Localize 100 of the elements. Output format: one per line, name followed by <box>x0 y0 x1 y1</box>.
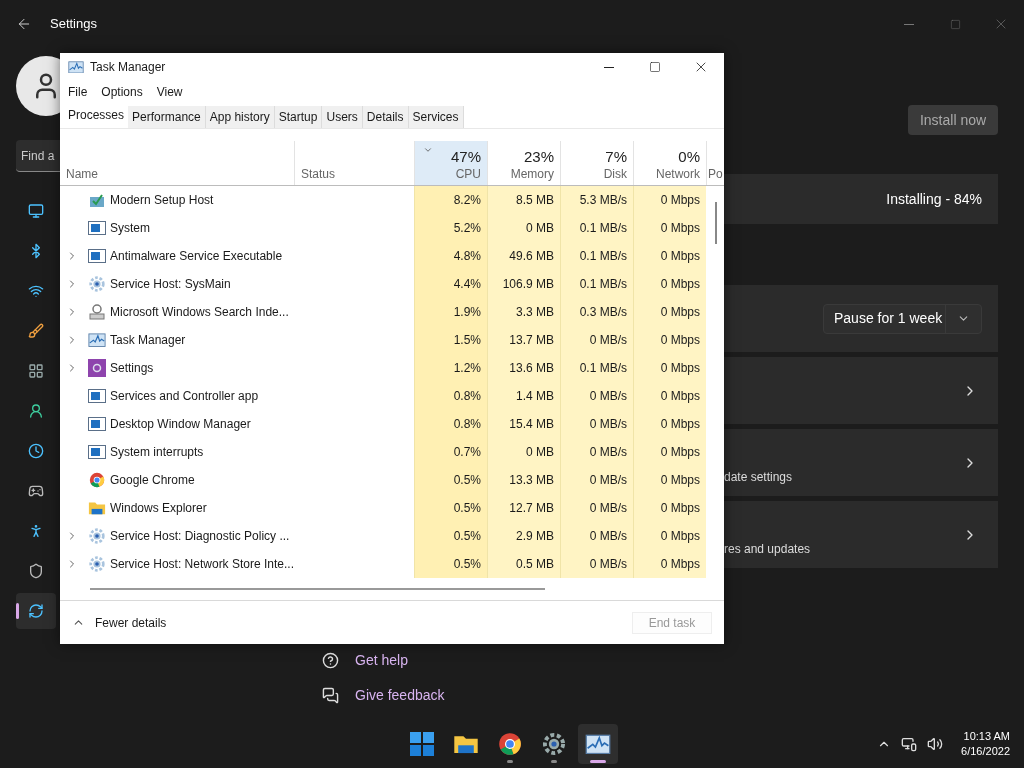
table-cell: 0 Mbps <box>633 494 706 522</box>
menu-item[interactable]: View <box>154 83 185 101</box>
task-manager-icon <box>88 332 106 348</box>
taskbar-button[interactable] <box>578 724 618 764</box>
accessibility-icon <box>28 523 44 539</box>
table-cell: 0.3 MB/s <box>560 298 633 326</box>
back-icon[interactable] <box>16 16 32 32</box>
window-title: Settings <box>50 15 97 34</box>
table-cell: 1.2% <box>414 354 487 382</box>
process-name: Service Host: SysMain <box>110 276 231 293</box>
table-cell: 0 Mbps <box>633 298 706 326</box>
menu-item[interactable]: Options <box>99 83 145 101</box>
table-cell: 0.1 MB/s <box>560 270 633 298</box>
table-cell: 0.5% <box>414 522 487 550</box>
tab[interactable]: Startup <box>274 106 323 128</box>
table-cell: 0.1 MB/s <box>560 242 633 270</box>
table-cell: 13.7 MB <box>487 326 560 354</box>
window-title: Task Manager <box>90 59 166 76</box>
process-name: Service Host: Diagnostic Policy ... <box>110 528 290 545</box>
gamepad-icon <box>28 483 44 499</box>
table-cell: 0.8% <box>414 410 487 438</box>
chrome-icon <box>89 472 105 488</box>
card-label: date settings <box>724 468 793 486</box>
process-name: Windows Explorer <box>110 500 207 517</box>
table-cell: 0 MB/s <box>560 382 633 410</box>
scrollbar[interactable] <box>715 202 717 244</box>
table-cell: 0.5% <box>414 550 487 578</box>
table-cell: 0 MB/s <box>560 326 633 354</box>
column-header[interactable]: 23% Memory <box>487 141 560 185</box>
table-cell: 0 Mbps <box>633 466 706 494</box>
clock-icon <box>28 443 44 459</box>
table-cell: 8.5 MB <box>487 186 560 214</box>
process-name: Google Chrome <box>110 472 195 489</box>
table-cell: 0 Mbps <box>633 522 706 550</box>
column-header[interactable]: 7% Disk <box>560 141 633 185</box>
table-cell: 0 Mbps <box>633 186 706 214</box>
table-cell: 12.7 MB <box>487 494 560 522</box>
monitor-icon <box>28 203 44 219</box>
tab[interactable]: Performance <box>128 106 206 128</box>
table-cell: 0 MB/s <box>560 550 633 578</box>
window-icon <box>88 417 106 431</box>
avatar[interactable] <box>16 56 60 116</box>
apps-icon <box>28 363 44 379</box>
search-field[interactable]: Find a <box>16 140 60 172</box>
table-cell: 0 Mbps <box>633 438 706 466</box>
tab[interactable]: App history <box>205 106 275 128</box>
process-name: Settings <box>110 360 154 377</box>
nav-item[interactable] <box>16 593 56 629</box>
windows-logo-icon <box>410 732 434 756</box>
column-header[interactable]: 47% CPU <box>414 141 487 185</box>
window-icon <box>88 249 106 263</box>
magnifier-icon <box>88 303 106 321</box>
table-cell: 1.4 MB <box>487 382 560 410</box>
maximize-icon <box>649 61 661 73</box>
column-header[interactable]: Name <box>60 141 294 185</box>
wifi-icon <box>28 283 44 299</box>
clock-time[interactable]: 10:13 AM <box>963 729 1010 744</box>
setup-icon <box>89 192 105 208</box>
table-cell: 0 MB/s <box>560 410 633 438</box>
tab[interactable]: Users <box>322 106 363 128</box>
clock-date[interactable]: 6/16/2022 <box>961 744 1010 759</box>
tab[interactable]: Details <box>362 106 409 128</box>
gear-icon <box>87 555 106 573</box>
menu-item[interactable]: File <box>66 83 90 101</box>
table-cell: 0 MB/s <box>560 494 633 522</box>
fewer-details-button[interactable]: Fewer details <box>72 613 167 632</box>
tab[interactable]: Services <box>408 106 464 128</box>
table-cell: 0 MB/s <box>560 466 633 494</box>
table-cell: 106.9 MB <box>487 270 560 298</box>
chrome-icon <box>498 732 522 756</box>
settings-card[interactable]: res and updates <box>724 501 998 568</box>
table-cell: 0.5 MB <box>487 550 560 578</box>
table-cell: 5.2% <box>414 214 487 242</box>
column-header[interactable]: Po <box>706 141 724 185</box>
column-header[interactable]: 0% Network <box>633 141 706 185</box>
table-cell: 0 MB/s <box>560 438 633 466</box>
minimize-icon <box>604 66 614 68</box>
install-status: Installing - 84% <box>886 189 982 209</box>
help-link[interactable]: Get help <box>355 650 408 671</box>
settings-card[interactable]: date settings <box>724 429 998 496</box>
gear-icon <box>88 527 106 545</box>
pause-dropdown[interactable]: Pause for 1 week <box>823 303 982 334</box>
help-icon <box>322 652 339 669</box>
sort-icon <box>423 145 433 155</box>
table-cell: 4.4% <box>414 270 487 298</box>
settings-icon <box>88 359 106 377</box>
network-icon[interactable] <box>901 736 918 752</box>
table-cell: 0 MB <box>487 438 560 466</box>
table-cell: 0.7% <box>414 438 487 466</box>
help-link[interactable]: Give feedback <box>355 685 445 706</box>
table-cell: 0 Mbps <box>633 242 706 270</box>
table-cell: 0 Mbps <box>633 382 706 410</box>
install-button[interactable]: Install now <box>908 105 998 135</box>
scrollbar[interactable] <box>90 588 545 590</box>
table-cell: 49.6 MB <box>487 242 560 270</box>
table-cell: 0 Mbps <box>633 270 706 298</box>
gear-icon <box>88 275 106 293</box>
volume-icon[interactable] <box>927 736 944 752</box>
table-cell: 0 Mbps <box>633 550 706 578</box>
table-cell: 15.4 MB <box>487 410 560 438</box>
